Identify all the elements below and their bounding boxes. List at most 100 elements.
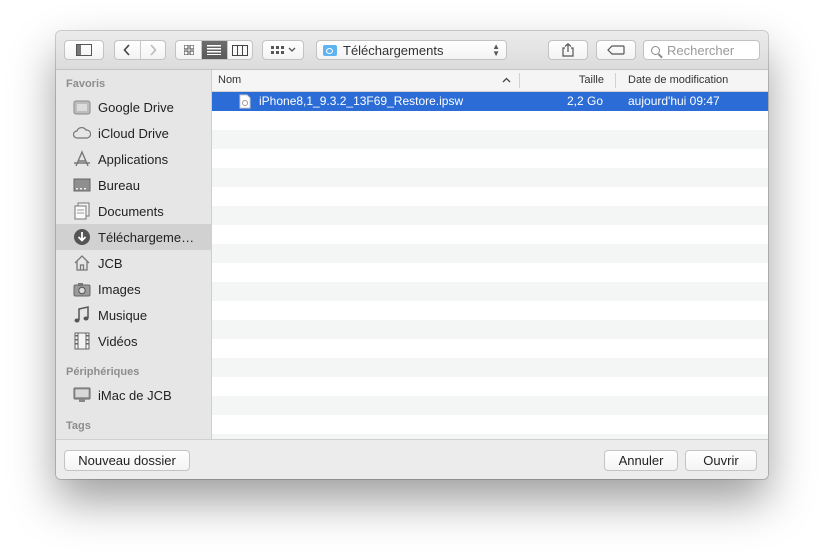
open-dialog: Téléchargements ▲▼ Favoris Google Drive xyxy=(56,31,768,479)
sidebar-icon xyxy=(76,44,92,56)
sidebar-item-imac[interactable]: iMac de JCB xyxy=(56,382,211,408)
sidebar-item-label: Google Drive xyxy=(98,99,174,115)
google-drive-icon xyxy=(73,100,91,115)
new-folder-button[interactable]: Nouveau dossier xyxy=(64,450,190,471)
forward-button[interactable] xyxy=(139,41,165,59)
sidebar-item-label: iCloud Drive xyxy=(98,125,169,141)
sidebar-heading-favorites: Favoris xyxy=(66,78,106,90)
file-row[interactable]: iPhone8,1_9.3.2_13F69_Restore.ipsw 2,2 G… xyxy=(212,92,768,111)
sort-ascending-icon xyxy=(502,77,511,83)
column-separator xyxy=(615,73,616,88)
empty-row xyxy=(212,358,768,377)
file-icon xyxy=(239,94,251,109)
back-button[interactable] xyxy=(115,41,140,59)
empty-row xyxy=(212,225,768,244)
navigation-buttons xyxy=(114,40,166,60)
empty-row xyxy=(212,149,768,168)
film-icon xyxy=(74,332,90,350)
share-button[interactable] xyxy=(548,40,588,60)
column-header-name[interactable]: Nom xyxy=(218,70,241,91)
sidebar-item-images[interactable]: Images xyxy=(56,276,211,302)
sidebar: Favoris Google Drive iCloud Drive Applic… xyxy=(56,70,212,439)
column-header-size[interactable]: Taille xyxy=(520,70,604,91)
empty-row xyxy=(212,244,768,263)
sidebar-item-label: Images xyxy=(98,281,141,297)
chevron-right-icon xyxy=(150,44,157,56)
empty-row xyxy=(212,130,768,149)
documents-icon xyxy=(74,202,90,220)
up-down-arrows-icon: ▲ ▼ xyxy=(492,42,500,58)
open-button[interactable]: Ouvrir xyxy=(685,450,757,471)
list-view-button[interactable] xyxy=(201,41,227,59)
location-popup[interactable]: Téléchargements ▲ ▼ xyxy=(316,40,507,60)
empty-row xyxy=(212,339,768,358)
sidebar-item-home[interactable]: JCB xyxy=(56,250,211,276)
location-label: Téléchargements xyxy=(343,42,444,58)
applications-icon xyxy=(74,150,90,167)
sidebar-toggle-button[interactable] xyxy=(64,40,104,60)
sidebar-item-applications[interactable]: Applications xyxy=(56,146,211,172)
file-list: Nom Taille Date de modification iPhone8,… xyxy=(212,70,768,439)
list-view-icon xyxy=(207,45,222,55)
file-rows: iPhone8,1_9.3.2_13F69_Restore.ipsw 2,2 G… xyxy=(212,92,768,439)
sidebar-item-downloads[interactable]: Téléchargeme… xyxy=(56,224,211,250)
sidebar-item-desktop[interactable]: Bureau xyxy=(56,172,211,198)
desktop-icon xyxy=(73,178,91,192)
empty-row xyxy=(212,263,768,282)
arrange-icon xyxy=(270,46,284,54)
sidebar-heading-tags: Tags xyxy=(66,420,91,432)
arrange-button[interactable] xyxy=(262,40,304,60)
empty-row xyxy=(212,301,768,320)
file-modified: aujourd'hui 09:47 xyxy=(628,94,720,108)
column-view-button[interactable] xyxy=(226,41,252,59)
empty-row xyxy=(212,282,768,301)
sidebar-item-label: Musique xyxy=(98,307,148,323)
bottom-bar: Nouveau dossier Annuler Ouvrir xyxy=(56,439,768,479)
cancel-button[interactable]: Annuler xyxy=(604,450,678,471)
sidebar-item-videos[interactable]: Vidéos xyxy=(56,328,211,354)
home-icon xyxy=(74,255,90,271)
imac-icon xyxy=(73,387,91,402)
chevron-down-icon xyxy=(288,47,295,52)
search-icon xyxy=(651,45,660,55)
icon-view-button[interactable] xyxy=(176,41,201,59)
sidebar-item-label: Vidéos xyxy=(98,333,138,349)
camera-icon xyxy=(73,283,91,297)
music-icon xyxy=(74,306,89,323)
sidebar-item-label: iMac de JCB xyxy=(98,387,172,403)
sidebar-heading-devices: Périphériques xyxy=(66,366,140,378)
list-header: Nom Taille Date de modification xyxy=(212,70,768,92)
sidebar-item-label: JCB xyxy=(98,255,123,271)
empty-row xyxy=(212,396,768,415)
file-size: 2,2 Go xyxy=(566,94,603,108)
view-mode-selector xyxy=(175,40,253,60)
empty-row xyxy=(212,206,768,225)
toolbar: Téléchargements ▲ ▼ xyxy=(56,31,768,70)
icon-view-icon xyxy=(183,45,194,55)
sidebar-item-documents[interactable]: Documents xyxy=(56,198,211,224)
search-input[interactable] xyxy=(665,41,759,59)
sidebar-item-label: Applications xyxy=(98,151,169,167)
sidebar-item-icloud-drive[interactable]: iCloud Drive xyxy=(56,120,211,146)
sidebar-item-label: Bureau xyxy=(98,177,140,193)
column-header-modified[interactable]: Date de modification xyxy=(628,70,728,91)
tags-button[interactable] xyxy=(596,40,636,60)
sidebar-item-google-drive[interactable]: Google Drive xyxy=(56,94,211,120)
sidebar-item-music[interactable]: Musique xyxy=(56,302,211,328)
chevron-left-icon xyxy=(123,44,131,56)
search-field[interactable] xyxy=(643,40,760,60)
empty-row xyxy=(212,187,768,206)
icloud-icon xyxy=(73,127,91,139)
downloads-folder-icon xyxy=(323,44,337,56)
empty-row xyxy=(212,415,768,434)
file-name: iPhone8,1_9.3.2_13F69_Restore.ipsw xyxy=(259,94,464,108)
column-view-icon xyxy=(231,44,248,56)
share-icon xyxy=(562,43,574,57)
empty-row xyxy=(212,320,768,339)
sidebar-item-label: Téléchargeme… xyxy=(98,229,195,245)
empty-row xyxy=(212,377,768,396)
empty-row xyxy=(212,111,768,130)
downloads-icon xyxy=(74,229,90,245)
tag-icon xyxy=(607,45,625,55)
empty-row xyxy=(212,168,768,187)
